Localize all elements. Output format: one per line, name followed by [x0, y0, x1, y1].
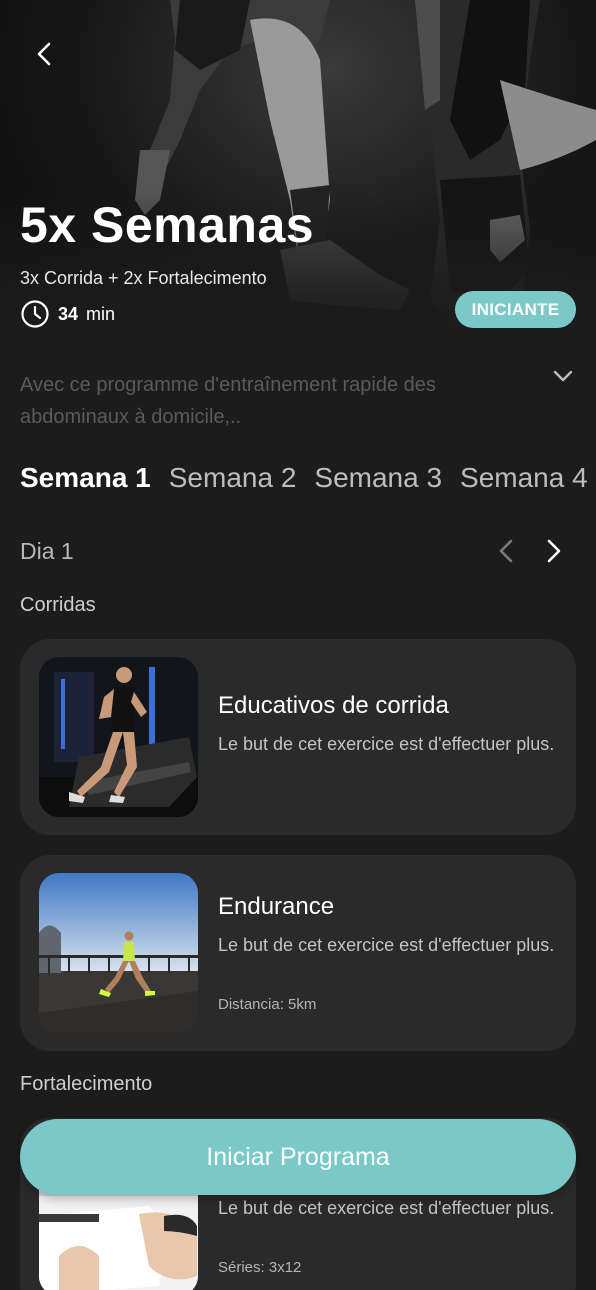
program-duration: 34 min — [20, 299, 115, 329]
chevron-down-icon — [553, 370, 573, 382]
outdoor-runner-image — [39, 873, 198, 1033]
tab-week-1[interactable]: Semana 1 — [20, 462, 151, 494]
exercise-card[interactable]: Endurance Le but de cet exercice est d'e… — [20, 855, 576, 1051]
back-button[interactable] — [26, 36, 62, 72]
section-title-strength: Fortalecimento — [20, 1073, 153, 1095]
tab-week-2[interactable]: Semana 2 — [169, 462, 297, 494]
program-description: Avec ce programme d'entraînement rapide … — [20, 374, 436, 428]
exercise-thumbnail — [39, 873, 198, 1033]
chevron-left-icon — [499, 539, 513, 563]
exercise-description: Le but de cet exercice est d'effectuer p… — [218, 935, 555, 955]
start-program-button[interactable]: Iniciar Programa — [20, 1119, 576, 1195]
duration-value: 34 — [58, 303, 79, 324]
hero-image — [0, 0, 596, 340]
exercise-meta: Séries: 3x12 — [218, 1259, 302, 1276]
exercise-title: Educativos de corrida — [218, 692, 449, 719]
clock-icon — [21, 300, 49, 328]
chevron-left-icon — [37, 42, 51, 66]
previous-day-button[interactable] — [492, 536, 520, 566]
tab-week-4[interactable]: Semana 4 — [460, 462, 588, 494]
exercise-title: Endurance — [218, 893, 335, 920]
exercise-description: Le but de cet exercice est d'effectuer p… — [218, 1198, 555, 1218]
exercise-thumbnail — [39, 657, 198, 817]
week-tabs: Semana 1 Semana 2 Semana 3 Semana 4 — [20, 462, 588, 494]
program-subtitle: 3x Corrida + 2x Fortalecimento — [20, 268, 267, 288]
program-title: 5x Semanas — [20, 197, 315, 253]
exercise-description: Le but de cet exercice est d'effectuer p… — [218, 734, 555, 754]
day-label: Dia 1 — [20, 538, 74, 564]
exercise-meta: Distancia: 5km — [218, 996, 317, 1013]
section-title-running: Corridas — [20, 594, 96, 616]
level-badge: INICIANTE — [455, 291, 576, 328]
chevron-right-icon — [547, 539, 561, 563]
tab-week-3[interactable]: Semana 3 — [314, 462, 442, 494]
next-day-button[interactable] — [540, 536, 568, 566]
treadmill-runner-image — [39, 657, 198, 817]
duration-unit: min — [86, 303, 116, 324]
exercise-card[interactable]: Educativos de corrida Le but de cet exer… — [20, 639, 576, 835]
expand-description-button[interactable] — [550, 363, 576, 389]
